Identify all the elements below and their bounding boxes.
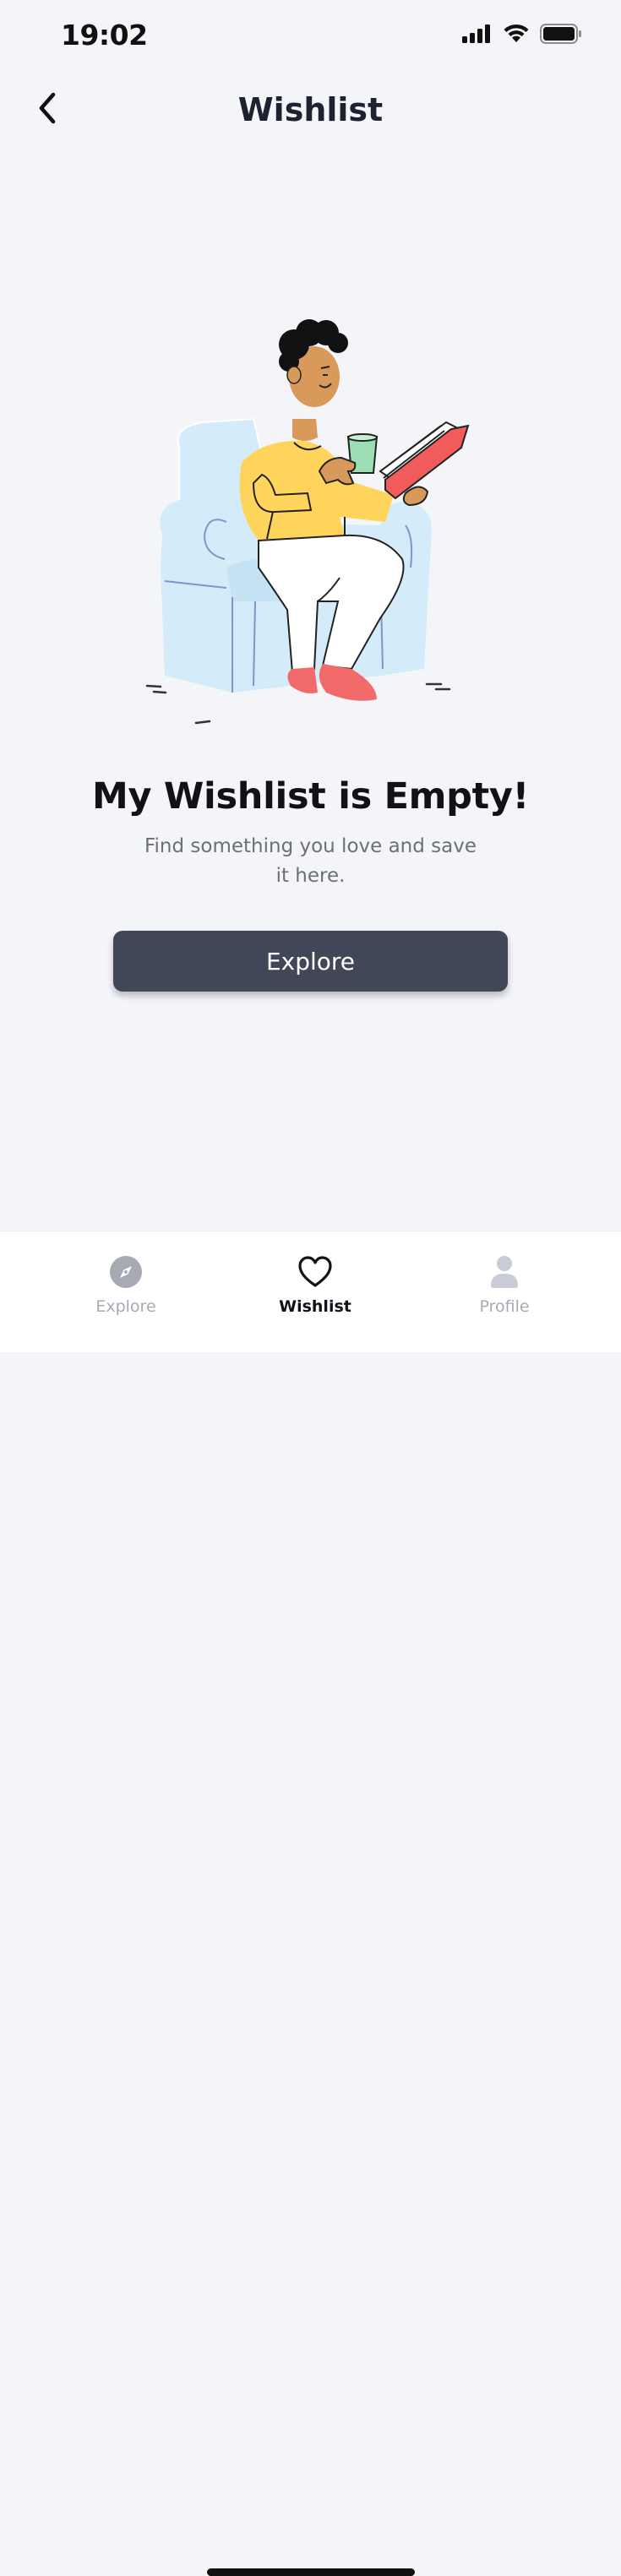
heart-icon — [297, 1253, 334, 1291]
explore-button[interactable]: Explore — [113, 931, 508, 992]
bottom-tab-bar: Explore Wishlist Profile — [0, 1231, 621, 2576]
tab-profile[interactable]: Profile — [437, 1253, 572, 1316]
status-bar: 19:02 — [0, 0, 621, 76]
status-time: 19:02 — [61, 19, 148, 52]
cellular-signal-icon — [462, 24, 490, 43]
tab-label-profile: Profile — [479, 1297, 530, 1316]
compass-icon — [107, 1253, 144, 1291]
tab-label-wishlist: Wishlist — [279, 1297, 351, 1316]
person-icon — [486, 1253, 523, 1291]
reading-person-illustration — [145, 319, 470, 725]
tab-label-explore: Explore — [95, 1297, 156, 1316]
tab-wishlist[interactable]: Wishlist — [248, 1253, 383, 1316]
navigation-header: Wishlist — [0, 76, 621, 152]
page-title: Wishlist — [237, 91, 384, 128]
home-indicator — [207, 2568, 415, 2576]
wifi-icon — [504, 24, 529, 42]
tab-explore[interactable]: Explore — [58, 1253, 193, 1316]
empty-state-subtitle: Find something you love and save it here… — [144, 835, 477, 887]
status-icons — [462, 24, 582, 44]
empty-state-title: My Wishlist is Empty! — [92, 775, 529, 818]
battery-icon — [540, 24, 581, 44]
